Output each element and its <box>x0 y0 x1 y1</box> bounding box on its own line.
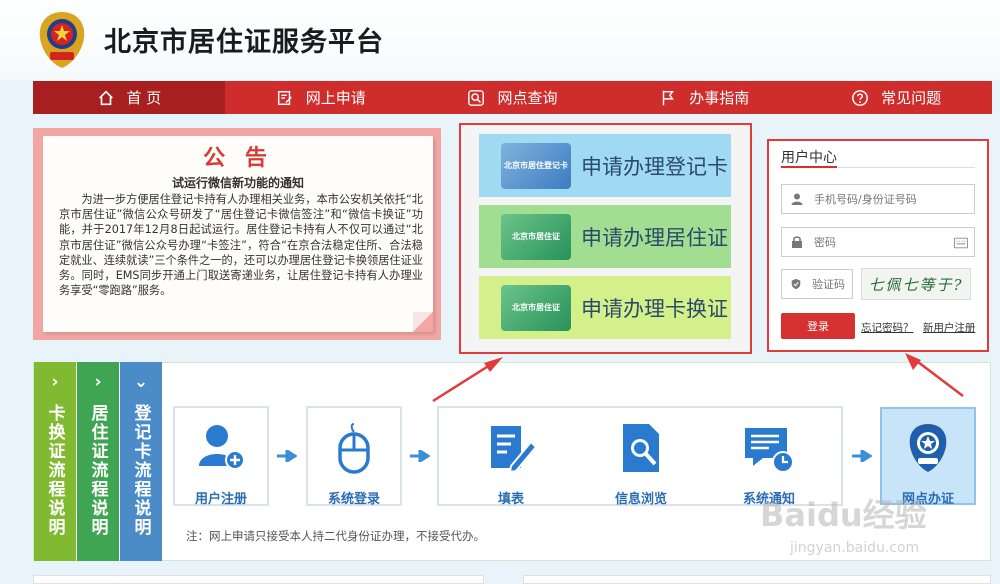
card-label: 申请办理登记卡 <box>581 154 728 179</box>
captcha-image[interactable]: 七佩七等于? <box>861 268 971 300</box>
notice-subtitle[interactable]: 试运行微信新功能的通知 <box>43 174 433 191</box>
nav-item-apply-online[interactable]: 网上申请 <box>225 81 417 114</box>
document-search-icon <box>623 424 659 472</box>
card-label: 申请办理卡换证 <box>581 296 728 321</box>
site-title: 北京市居住证服务平台 <box>104 27 384 58</box>
notice-board: 公 告 试运行微信新功能的通知 为进一步方便居住登记卡持有人办理相关业务，本市公… <box>33 128 441 340</box>
question-icon <box>852 89 868 106</box>
user-links: 忘记密码？ 新用户注册 <box>861 320 981 335</box>
step-label: 系统登录 <box>327 492 380 507</box>
chevron-right-icon: › <box>94 372 102 392</box>
captcha-field[interactable] <box>781 269 853 299</box>
chevron-right-icon: › <box>51 372 59 392</box>
step-label: 用户注册 <box>194 492 247 507</box>
user-icon <box>791 193 803 205</box>
site-header: 北京市居住证服务平台 <box>0 0 1000 80</box>
police-emblem-icon <box>39 12 85 68</box>
main-nav: 首 页 网上申请 网点查询 办事指南 常见问题 <box>33 81 992 114</box>
tab-registration-card-process[interactable]: ⌄ 登记卡流程说明 <box>120 362 162 561</box>
user-center-title: 用户中心 <box>781 150 837 166</box>
arrow-right-icon <box>410 450 430 462</box>
nav-item-faq[interactable]: 常见问题 <box>800 81 992 114</box>
login-button[interactable]: 登录 <box>781 313 855 339</box>
mouse-icon <box>338 423 370 474</box>
notification-clock-icon <box>745 428 794 473</box>
card-label: 申请办理居住证 <box>581 225 728 250</box>
notice-body: 为进一步方便居住登记卡持有人办理相关业务，本市公安机关依托“北京市居住证”微信公… <box>59 193 423 298</box>
bottom-panel-left <box>33 575 484 584</box>
keyboard-icon[interactable] <box>954 236 968 250</box>
step-info-browse[interactable]: 信息浏览 <box>599 420 683 507</box>
user-add-icon <box>199 425 245 470</box>
apply-card-exchange-button[interactable]: 北京市居住证 申请办理卡换证 <box>479 276 731 339</box>
step-label: 填表 <box>497 492 524 507</box>
arrow-right-icon <box>277 450 297 462</box>
page-fold <box>413 312 433 332</box>
nav-item-outlet-search[interactable]: 网点查询 <box>417 81 609 114</box>
registration-card-image: 北京市居住登记卡 <box>501 142 571 189</box>
password-field[interactable] <box>781 227 975 257</box>
home-icon <box>98 90 113 105</box>
tab-label: 居住证流程说明 <box>87 404 108 537</box>
apply-registration-card-button[interactable]: 北京市居住登记卡 申请办理登记卡 <box>479 134 731 197</box>
watermark-url: jingyan.baidu.com <box>790 540 920 556</box>
arrow-right-icon <box>852 450 872 462</box>
nav-item-guide[interactable]: 办事指南 <box>608 81 800 114</box>
process-note: 注：网上申请只接受本人持二代身份证办理，不接受代办。 <box>186 529 485 543</box>
tab-label: 登记卡流程说明 <box>130 404 151 537</box>
nav-label: 首 页 <box>126 89 162 107</box>
police-emblem-icon <box>909 424 947 472</box>
step-fill-form[interactable]: 填表 <box>469 420 553 507</box>
nav-label: 常见问题 <box>881 89 942 107</box>
step-system-login[interactable]: 系统登录 <box>312 420 396 507</box>
nav-label: 办事指南 <box>689 89 750 107</box>
lock-icon <box>792 236 802 248</box>
user-center-panel: 用户中心 七佩七等于? 登录 忘记密码？ 新用户注册 <box>767 139 989 352</box>
nav-item-home[interactable]: 首 页 <box>33 81 225 114</box>
chevron-down-icon: ⌄ <box>133 372 149 392</box>
username-input[interactable] <box>814 192 944 206</box>
apply-residence-permit-button[interactable]: 北京市居住证 申请办理居住证 <box>479 205 731 268</box>
tab-residence-permit-process[interactable]: › 居住证流程说明 <box>77 362 119 561</box>
step-label: 信息浏览 <box>614 492 667 507</box>
notice-paper: 公 告 试运行微信新功能的通知 为进一步方便居住登记卡持有人办理相关业务，本市公… <box>43 136 433 332</box>
nav-label: 网上申请 <box>305 89 366 107</box>
flag-icon <box>663 90 675 105</box>
watermark: Baidu经验 <box>760 496 927 534</box>
card-exchange-image: 北京市居住证 <box>501 284 571 331</box>
register-link[interactable]: 新用户注册 <box>923 322 976 334</box>
step-user-register[interactable]: 用户注册 <box>179 420 263 507</box>
nav-label: 网点查询 <box>497 89 558 107</box>
captcha-input[interactable] <box>812 277 852 291</box>
edit-form-icon <box>277 90 292 105</box>
password-input[interactable] <box>814 235 944 249</box>
form-edit-icon <box>491 426 538 474</box>
shield-icon <box>791 278 801 290</box>
title-accent <box>781 166 837 168</box>
notice-title: 公 告 <box>203 146 273 171</box>
tab-card-exchange-process[interactable]: › 卡换证流程说明 <box>34 362 76 561</box>
bottom-panel-right <box>523 575 991 584</box>
username-field[interactable] <box>781 184 975 214</box>
residence-permit-image: 北京市居住证 <box>501 213 571 260</box>
forgot-password-link[interactable]: 忘记密码？ <box>861 322 914 334</box>
search-icon <box>468 89 485 106</box>
tab-label: 卡换证流程说明 <box>44 404 65 537</box>
